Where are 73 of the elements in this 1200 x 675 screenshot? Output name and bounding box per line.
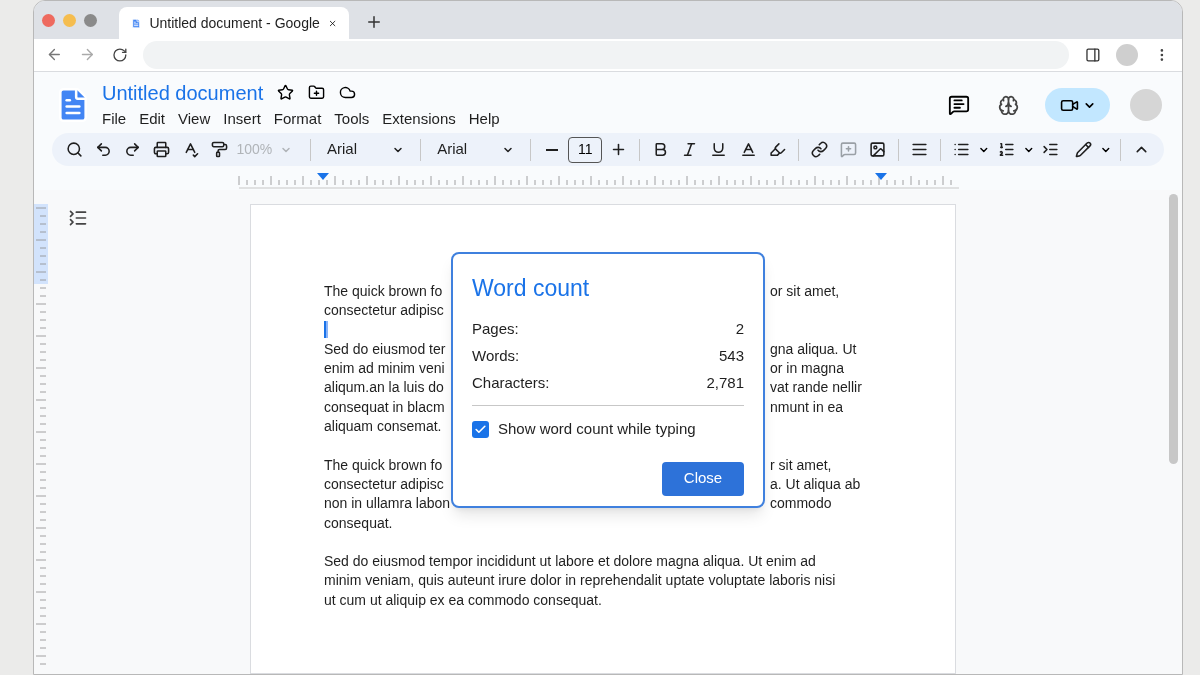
comments-icon[interactable] [948, 94, 970, 117]
spellcheck-icon [182, 141, 200, 159]
paragraph-line: aliqum.an la luis do [324, 379, 444, 396]
check-icon [474, 422, 487, 436]
numbered-list-icon [997, 141, 1015, 159]
paragraph-line: or in magna [770, 360, 844, 377]
close-button[interactable]: Close [662, 461, 744, 496]
paragraph-line: consequat. [324, 514, 393, 531]
redo-icon [124, 141, 142, 159]
browser-tab[interactable]: Untitled document - Google [119, 7, 349, 39]
dialog-title: Word count [472, 274, 591, 302]
highlight-icon [768, 141, 786, 159]
insert-image-icon [868, 141, 886, 159]
paragraph-line: gna aliqua. Ut [770, 340, 857, 357]
paragraph-line: aliquam consemat. [324, 418, 442, 435]
text-color-icon [739, 141, 757, 159]
stat-value: 2 [735, 319, 744, 340]
side-panel-icon[interactable] [1084, 46, 1101, 63]
document-title[interactable]: Untitled document [102, 79, 264, 106]
stat-label: Pages: [472, 319, 519, 340]
font-size-field[interactable]: 11 [568, 136, 603, 163]
underline-icon [710, 141, 728, 159]
menu-item[interactable]: Help [468, 107, 500, 131]
editing-mode-icon [1075, 141, 1093, 159]
paragraph-line: a. Ut aliqua ab [770, 475, 861, 492]
menu-item[interactable]: Tools [334, 107, 370, 131]
stat-value: 2,781 [706, 373, 744, 394]
meet-button[interactable] [1045, 88, 1110, 123]
paragraph-line: Sed do eiusmod ter [324, 340, 446, 357]
paragraph-line: consectetur adipisc [324, 302, 444, 319]
paragraph-line: or sit amet, [770, 283, 840, 299]
new-tab-icon[interactable] [365, 13, 383, 31]
menu-item[interactable]: File [102, 107, 127, 131]
undo-icon [95, 141, 113, 159]
star-icon[interactable] [277, 84, 295, 102]
reload-icon[interactable] [111, 46, 128, 63]
paragraph-line: enim ad minim veni [324, 360, 445, 377]
move-folder-icon[interactable] [308, 84, 326, 102]
search-icon [66, 141, 84, 159]
scrollbar[interactable] [1169, 194, 1178, 464]
paragraph-line: commodo [770, 495, 832, 512]
menu-item[interactable]: Format [273, 107, 322, 131]
menu-item[interactable]: Insert [223, 107, 261, 131]
text-cursor [324, 320, 328, 338]
menu-item[interactable]: Edit [139, 107, 166, 131]
menu-item[interactable]: Extensions [382, 107, 456, 131]
link-icon [810, 141, 828, 159]
paragraph-line: consectetur adipisc [324, 475, 444, 492]
menu-item[interactable]: View [178, 107, 211, 131]
checkbox-label: Show word count while typing [498, 419, 696, 439]
add-comment-icon [839, 141, 857, 159]
outline-icon[interactable] [68, 208, 88, 228]
paragraph-line: The quick brown fo [324, 283, 443, 299]
minus-icon [545, 148, 558, 151]
paragraph-line: minim veniam, quis auteunt irure dolor in reprehendalit uptate voluptate laboris nisi [324, 572, 836, 589]
paragraph-line: non in ullamra labon [324, 495, 451, 512]
maximize-window-button[interactable] [84, 13, 97, 27]
brain-icon[interactable] [998, 94, 1019, 116]
paint-format-icon [211, 141, 229, 159]
paragraph-line: ut cum ut aliquip ex ea commodo consequat. [324, 591, 602, 608]
font-dropdown[interactable]: Arial [429, 138, 523, 161]
paragraph-line: The quick brown fo [324, 456, 443, 473]
stat-label: Words: [472, 346, 520, 367]
stat-value: 543 [718, 346, 744, 367]
paragraph-line: Sed do eiusmod tempor incididunt ut labore et dolore magna aliqua. Ut enim ad [324, 553, 816, 570]
paragraph-line: consequat in blacm [324, 398, 445, 415]
paragraph-line: r sit amet, [770, 456, 832, 473]
stat-label: Characters: [472, 373, 550, 394]
paragraph-line: vat rande nellir [770, 379, 862, 396]
style-dropdown[interactable]: Arial [319, 138, 413, 161]
paragraph-line: nmunt in ea [770, 398, 844, 415]
print-icon [153, 141, 171, 159]
checkbox[interactable] [472, 420, 489, 438]
